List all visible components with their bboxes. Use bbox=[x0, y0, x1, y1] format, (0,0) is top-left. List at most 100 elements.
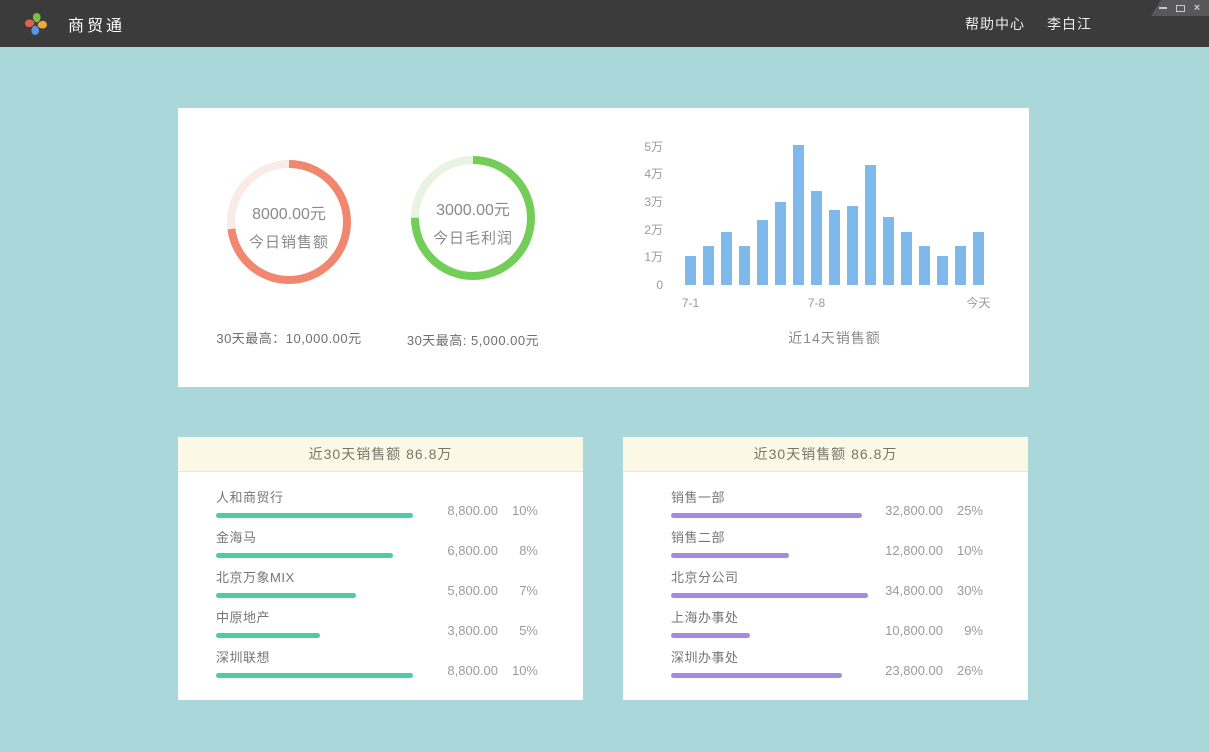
y-axis-tick: 2万 bbox=[618, 222, 663, 238]
row-bar bbox=[671, 593, 868, 598]
row-values: 6,800.008% bbox=[420, 543, 538, 558]
ranking-row: 销售二部12,800.0010% bbox=[671, 530, 983, 570]
ranking-row: 人和商贸行8,800.0010% bbox=[216, 490, 538, 530]
row-percent: 10% bbox=[498, 663, 538, 678]
department-rows: 销售一部32,800.0025%销售二部12,800.0010%北京分公司34,… bbox=[623, 472, 1028, 690]
row-values: 23,800.0026% bbox=[865, 663, 983, 678]
dashboard: 8000.00元 今日销售额 30天最高：10,000.00元 3000.00元… bbox=[0, 47, 1209, 752]
user-menu[interactable]: 李白江 bbox=[1047, 14, 1092, 34]
row-bar bbox=[671, 633, 750, 638]
row-percent: 30% bbox=[943, 583, 983, 598]
ranking-row: 深圳联想8,800.0010% bbox=[216, 650, 538, 690]
row-bar bbox=[216, 633, 320, 638]
bar bbox=[919, 246, 930, 285]
bar bbox=[775, 202, 786, 285]
ranking-row: 中原地产3,800.005% bbox=[216, 610, 538, 650]
y-axis-tick: 0 bbox=[618, 277, 663, 293]
row-percent: 25% bbox=[943, 503, 983, 518]
bar bbox=[739, 246, 750, 285]
ranking-row: 上海办事处10,800.009% bbox=[671, 610, 983, 650]
close-button[interactable]: × bbox=[1192, 2, 1202, 14]
y-axis-tick: 1万 bbox=[618, 249, 663, 265]
today-sales-donut: 8000.00元 今日销售额 bbox=[227, 160, 351, 284]
window-controls: × bbox=[1151, 0, 1209, 16]
bar bbox=[883, 217, 894, 285]
row-values: 8,800.0010% bbox=[420, 663, 538, 678]
today-profit-caption: 今日毛利润 bbox=[433, 227, 513, 248]
bar bbox=[955, 246, 966, 285]
ranking-row: 深圳办事处23,800.0026% bbox=[671, 650, 983, 690]
y-axis-tick: 5万 bbox=[618, 139, 663, 155]
row-values: 12,800.0010% bbox=[865, 543, 983, 558]
bar bbox=[847, 206, 858, 285]
sales-30day-max: 30天最高：10,000.00元 bbox=[194, 328, 384, 347]
row-percent: 8% bbox=[498, 543, 538, 558]
customer-card-title: 近30天销售额 86.8万 bbox=[309, 444, 453, 464]
row-percent: 26% bbox=[943, 663, 983, 678]
minimize-icon bbox=[1159, 7, 1167, 9]
bar bbox=[703, 246, 714, 285]
close-icon: × bbox=[1194, 3, 1200, 14]
row-bar bbox=[216, 593, 356, 598]
row-amount: 12,800.00 bbox=[865, 543, 943, 558]
bar bbox=[973, 232, 984, 285]
today-profit-donut: 3000.00元 今日毛利润 bbox=[411, 156, 535, 280]
row-amount: 8,800.00 bbox=[420, 503, 498, 518]
row-percent: 9% bbox=[943, 623, 983, 638]
department-card-header: 近30天销售额 86.8万 bbox=[623, 437, 1028, 472]
customer-ranking-card: 近30天销售额 86.8万 人和商贸行8,800.0010%金海马6,800.0… bbox=[178, 437, 583, 700]
x-axis-tick: 7-1 bbox=[682, 296, 699, 310]
row-amount: 5,800.00 bbox=[420, 583, 498, 598]
bar bbox=[757, 220, 768, 285]
row-amount: 23,800.00 bbox=[865, 663, 943, 678]
today-profit-value: 3000.00元 bbox=[436, 196, 510, 220]
department-ranking-card: 近30天销售额 86.8万 销售一部32,800.0025%销售二部12,800… bbox=[623, 437, 1028, 700]
bar bbox=[685, 256, 696, 285]
profit-30day-max: 30天最高: 5,000.00元 bbox=[378, 330, 568, 349]
bar-chart-title: 近14天销售额 bbox=[685, 328, 984, 348]
row-bar bbox=[671, 513, 862, 518]
maximize-icon bbox=[1176, 5, 1185, 12]
customer-card-header: 近30天销售额 86.8万 bbox=[178, 437, 583, 472]
bar bbox=[721, 232, 732, 285]
overview-card: 8000.00元 今日销售额 30天最高：10,000.00元 3000.00元… bbox=[178, 108, 1029, 387]
row-amount: 32,800.00 bbox=[865, 503, 943, 518]
x-axis-tick: 今天 bbox=[966, 296, 990, 310]
app-title: 商贸通 bbox=[68, 12, 125, 36]
row-bar bbox=[216, 513, 413, 518]
row-bar bbox=[216, 673, 413, 678]
row-values: 8,800.0010% bbox=[420, 503, 538, 518]
row-bar bbox=[671, 553, 789, 558]
row-values: 5,800.007% bbox=[420, 583, 538, 598]
row-percent: 10% bbox=[498, 503, 538, 518]
ranking-row: 金海马6,800.008% bbox=[216, 530, 538, 570]
y-axis-tick: 4万 bbox=[618, 166, 663, 182]
minimize-button[interactable] bbox=[1158, 2, 1168, 14]
bar bbox=[793, 145, 804, 285]
pinwheel-logo-icon bbox=[22, 10, 50, 38]
help-center-link[interactable]: 帮助中心 bbox=[965, 14, 1025, 34]
titlebar: 商贸通 帮助中心 李白江 × bbox=[0, 0, 1209, 47]
row-percent: 5% bbox=[498, 623, 538, 638]
row-percent: 7% bbox=[498, 583, 538, 598]
today-sales-value: 8000.00元 bbox=[252, 200, 326, 224]
customer-rows: 人和商贸行8,800.0010%金海马6,800.008%北京万象MIX5,80… bbox=[178, 472, 583, 690]
row-amount: 3,800.00 bbox=[420, 623, 498, 638]
ranking-row: 销售一部32,800.0025% bbox=[671, 490, 983, 530]
ranking-row: 北京万象MIX5,800.007% bbox=[216, 570, 538, 610]
y-axis-tick: 3万 bbox=[618, 194, 663, 210]
bar bbox=[811, 191, 822, 285]
bar bbox=[901, 232, 912, 285]
row-values: 3,800.005% bbox=[420, 623, 538, 638]
row-amount: 6,800.00 bbox=[420, 543, 498, 558]
row-values: 34,800.0030% bbox=[865, 583, 983, 598]
row-bar bbox=[671, 673, 842, 678]
ranking-row: 北京分公司34,800.0030% bbox=[671, 570, 983, 610]
department-card-title: 近30天销售额 86.8万 bbox=[754, 444, 898, 464]
row-amount: 34,800.00 bbox=[865, 583, 943, 598]
maximize-button[interactable] bbox=[1175, 2, 1185, 14]
today-sales-caption: 今日销售额 bbox=[249, 231, 329, 252]
titlebar-right: 帮助中心 李白江 bbox=[965, 0, 1092, 47]
bar bbox=[829, 210, 840, 285]
row-percent: 10% bbox=[943, 543, 983, 558]
